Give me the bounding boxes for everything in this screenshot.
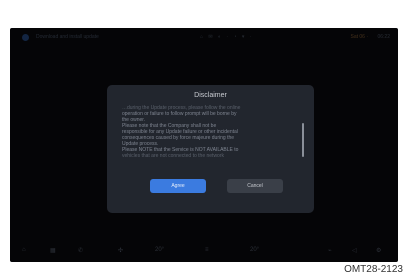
bottom-bar: ⌂ ▦ ✆ ✣ 20° ≡ 20° ⌁ ◁ ⚙	[10, 242, 398, 262]
phone-icon[interactable]: ✆	[78, 247, 83, 254]
climate-menu-icon[interactable]: ≡	[205, 247, 209, 253]
settings-icon[interactable]: ⚙	[376, 247, 381, 254]
right-temperature[interactable]: 20°	[250, 247, 259, 253]
dialog-title: Disclaimer	[194, 92, 227, 99]
dialog-body[interactable]: …during the Update process, please follo…	[122, 105, 292, 171]
figure-caption: OMT28-2123	[344, 264, 403, 275]
home-icon[interactable]: ⌂	[22, 247, 26, 253]
volume-icon[interactable]: ◁	[352, 247, 357, 254]
agree-button[interactable]: Agree	[150, 179, 206, 193]
disclaimer-dialog: Disclaimer …during the Update process, p…	[107, 85, 314, 213]
dialog-scrollbar[interactable]	[302, 123, 304, 157]
infotainment-screen: Download and install update ⌂ ✉ ◐ · ◔ ▾ …	[10, 28, 398, 262]
fan-icon[interactable]: ✣	[118, 247, 123, 254]
left-temperature[interactable]: 20°	[155, 247, 164, 253]
seat-icon[interactable]: ⌁	[328, 247, 332, 254]
apps-icon[interactable]: ▦	[50, 247, 56, 254]
dialog-text-line: vehicles that are not connected to the n…	[122, 153, 225, 159]
cancel-button[interactable]: Cancel	[227, 179, 283, 193]
